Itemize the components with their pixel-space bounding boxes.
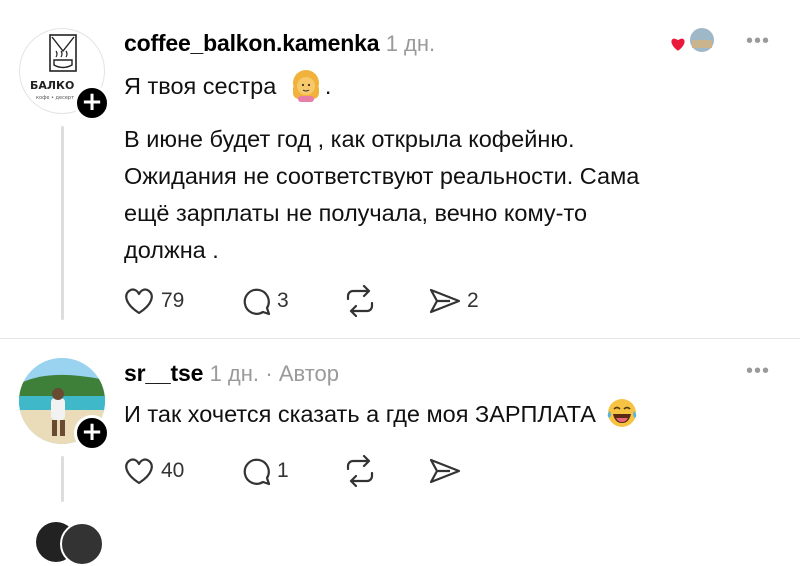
text-line: ещё зарплаты не получала, вечно кому-то — [124, 200, 588, 226]
repost-button[interactable] — [342, 283, 383, 319]
share-count: 2 — [467, 289, 479, 312]
thread-line — [61, 456, 64, 502]
reply-count: 3 — [277, 289, 289, 312]
like-button[interactable]: 79 — [122, 283, 184, 319]
share-button[interactable] — [428, 453, 467, 489]
comment-text: И так хочется сказать а где моя ЗАРПЛАТА — [124, 396, 764, 433]
comment-bubble-icon — [243, 288, 271, 316]
send-icon — [429, 458, 461, 484]
like-button[interactable]: 40 — [122, 453, 184, 489]
heart-outline-icon — [125, 458, 153, 485]
repost-icon — [346, 455, 374, 487]
reply-button[interactable]: 1 — [240, 453, 289, 489]
reply-button[interactable]: 3 — [240, 283, 289, 319]
comment-header: coffee_balkon.kamenka 1 дн. — [124, 30, 435, 57]
username[interactable]: sr__tse — [124, 360, 203, 386]
username[interactable]: coffee_balkon.kamenka — [124, 30, 380, 56]
svg-text:кофе • десерт: кофе • десерт — [36, 95, 74, 101]
heart-outline-icon — [125, 288, 153, 315]
woman-emoji-icon — [292, 69, 319, 102]
text-line-first: Я твоя сестра . — [124, 68, 764, 105]
text-line: Ожидания не соответствуют реальности. Са… — [124, 163, 640, 189]
reply-count: 1 — [277, 459, 289, 482]
comment-2: + sr__tse 1 дн. · Автор ••• И так хочетс… — [0, 338, 800, 566]
follow-plus-icon[interactable]: + — [74, 85, 110, 121]
author-tag: · Автор — [265, 361, 340, 386]
follow-plus-icon[interactable]: + — [74, 415, 110, 451]
comment-bubble-icon — [243, 458, 271, 486]
comment-header: sr__tse 1 дн. · Автор — [124, 360, 339, 387]
repost-icon — [346, 285, 374, 317]
avatar-logo-text: БАЛКО — [30, 79, 74, 92]
laughing-tears-emoji-icon — [608, 398, 637, 427]
share-button[interactable]: 2 — [428, 283, 479, 319]
text-line-first: И так хочется сказать а где моя ЗАРПЛАТА — [124, 396, 764, 433]
comment-text: Я твоя сестра . В июне будет год , как о… — [124, 68, 764, 269]
timestamp: 1 дн. — [209, 361, 260, 386]
text-line: В июне будет год , как открыла кофейню. — [124, 126, 575, 152]
liked-by-author-indicator[interactable] — [668, 26, 720, 58]
more-options-icon[interactable]: ••• — [746, 360, 770, 383]
thread-line — [61, 126, 64, 320]
send-icon — [429, 288, 461, 314]
repost-button[interactable] — [342, 453, 383, 489]
like-count: 40 — [161, 459, 185, 482]
comment-1: БАЛКО кофе • десерт + coffee_balkon.kame… — [0, 0, 800, 330]
heart-icon — [669, 36, 687, 54]
text-line: должна . — [124, 237, 219, 263]
timestamp: 1 дн. — [385, 31, 436, 56]
like-count: 79 — [161, 289, 185, 312]
more-options-icon[interactable]: ••• — [746, 30, 770, 53]
